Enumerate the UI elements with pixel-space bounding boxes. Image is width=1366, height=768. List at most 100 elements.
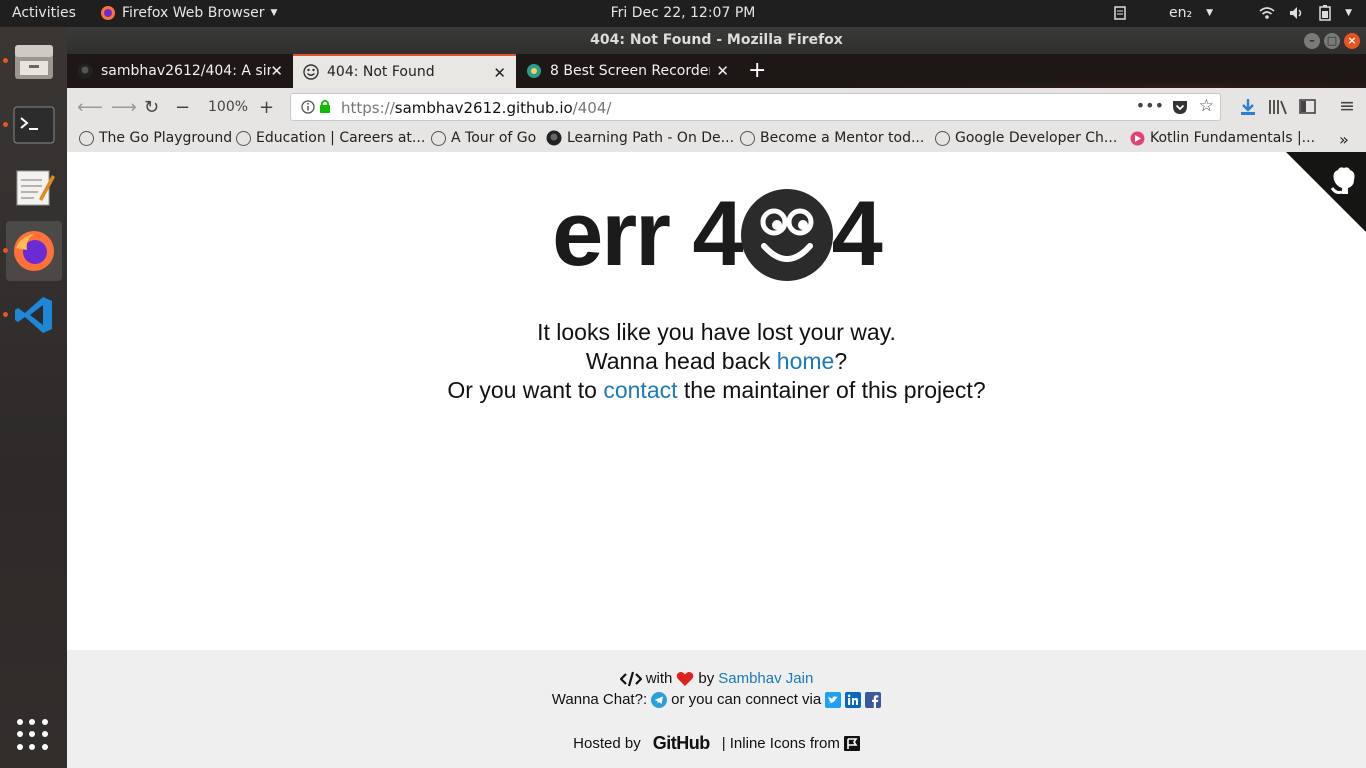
close-tab-icon[interactable]: ✕ xyxy=(493,64,506,82)
dock xyxy=(0,27,67,768)
firefox-icon xyxy=(14,231,54,271)
terminal-icon xyxy=(13,106,55,144)
footer-by: by xyxy=(698,670,715,687)
error-heading: err 4 4 xyxy=(67,182,1366,287)
close-tab-icon[interactable]: ✕ xyxy=(270,62,283,80)
sidebar-icon[interactable] xyxy=(1299,99,1316,114)
close-tab-icon[interactable]: ✕ xyxy=(716,62,729,80)
pocket-icon[interactable] xyxy=(1172,100,1188,115)
library-icon[interactable] xyxy=(1268,99,1288,115)
code-icon xyxy=(619,671,642,686)
info-icon[interactable] xyxy=(301,100,315,114)
bookmark-star-icon[interactable]: ☆ xyxy=(1199,96,1214,116)
footer-icons-from: | Inline Icons from xyxy=(721,735,840,752)
keyboard-language[interactable]: en₂ xyxy=(1169,5,1192,21)
heading-prefix: err 4 xyxy=(552,183,743,285)
contact-link[interactable]: contact xyxy=(603,377,677,403)
dock-firefox[interactable] xyxy=(3,221,62,281)
kotlin-icon xyxy=(1130,131,1145,145)
close-window-button[interactable]: × xyxy=(1344,33,1360,49)
app-menu[interactable]: Firefox Web Browser ▼ xyxy=(100,5,277,21)
zoom-in-button[interactable]: + xyxy=(259,97,274,118)
tab-404[interactable]: 404: Not Found ✕ xyxy=(293,54,516,88)
menu-hamburger-icon[interactable]: ≡ xyxy=(1339,95,1355,117)
home-link[interactable]: home xyxy=(777,348,835,374)
dock-vscode[interactable] xyxy=(3,285,62,345)
tab-screen-recorders[interactable]: 8 Best Screen Recorders ✕ xyxy=(516,54,739,88)
minimize-button[interactable]: – xyxy=(1304,33,1320,49)
page-footer: with by Sambhav Jain Wanna Chat?: or you… xyxy=(67,650,1366,768)
zoom-level[interactable]: 100% xyxy=(208,99,248,115)
bookmarks-toolbar: The Go Playground Education | Careers at… xyxy=(67,126,1366,152)
page-actions-icon[interactable]: ••• xyxy=(1136,96,1164,115)
message-line-3: Or you want to contact the maintainer of… xyxy=(447,377,986,403)
github-icon xyxy=(546,130,562,146)
dock-terminal[interactable] xyxy=(3,95,62,155)
zoom-out-button[interactable]: − xyxy=(175,97,190,118)
window-titlebar[interactable]: 404: Not Found - Mozilla Firefox – □ × xyxy=(67,27,1366,54)
url-scheme: https:// xyxy=(341,99,395,117)
tab-strip: sambhav2612/404: A simple ✕ 404: Not Fou… xyxy=(67,54,1366,88)
more-bookmarks-icon[interactable]: » xyxy=(1339,130,1349,149)
url-path: /404/ xyxy=(572,99,612,117)
author-link[interactable]: Sambhav Jain xyxy=(718,670,813,687)
globe-icon xyxy=(431,130,446,146)
bookmark-become-mentor[interactable]: Become a Mentor tod... xyxy=(740,130,924,146)
dock-text-editor[interactable] xyxy=(6,157,62,217)
web-page: err 4 4 It looks like you have lost your… xyxy=(67,152,1366,768)
github-logo[interactable]: GitHub xyxy=(653,733,711,754)
chevron-down-icon[interactable]: ▼ xyxy=(1345,8,1352,18)
extension-download-icon[interactable] xyxy=(1238,97,1258,117)
new-tab-button[interactable]: + xyxy=(748,58,766,83)
linkedin-icon[interactable] xyxy=(845,691,862,708)
bookmark-education[interactable]: Education | Careers at... xyxy=(236,130,425,146)
github-icon xyxy=(77,63,93,79)
firefox-window: 404: Not Found - Mozilla Firefox – □ × s… xyxy=(67,27,1366,768)
back-button[interactable]: ⟵ xyxy=(77,97,103,118)
bookmark-kotlin-fundamentals[interactable]: Kotlin Fundamentals |... xyxy=(1130,130,1315,146)
bookmark-google-developer[interactable]: Google Developer Ch... xyxy=(935,130,1117,146)
bookmark-tour-of-go[interactable]: A Tour of Go xyxy=(431,130,536,146)
firefox-small-icon xyxy=(101,6,115,20)
globe-icon xyxy=(935,130,950,146)
message-line-1: It looks like you have lost your way. xyxy=(537,319,896,345)
heart-icon xyxy=(677,671,694,686)
tab-github-repo[interactable]: sambhav2612/404: A simple ✕ xyxy=(67,54,293,88)
wifi-icon[interactable] xyxy=(1259,6,1275,20)
bookmark-learning-path[interactable]: Learning Path - On De... xyxy=(546,130,734,146)
system-top-bar: Activities Firefox Web Browser ▼ Fri Dec… xyxy=(0,0,1366,27)
forward-button[interactable]: ⟶ xyxy=(111,97,137,118)
clock[interactable]: Fri Dec 22, 12:07 PM xyxy=(611,5,756,21)
show-applications-icon[interactable] xyxy=(17,719,49,751)
running-indicator xyxy=(3,248,8,253)
chevron-down-icon: ▼ xyxy=(1206,8,1214,18)
lock-icon[interactable] xyxy=(319,99,331,114)
footer-hosted-by: Hosted by xyxy=(573,735,641,752)
facebook-icon[interactable] xyxy=(865,691,882,708)
reload-button[interactable]: ↻ xyxy=(144,97,159,118)
flag-badge-icon[interactable] xyxy=(843,735,860,752)
gear-favicon-icon xyxy=(527,64,541,78)
smiley-face-icon xyxy=(740,188,833,281)
activities-button[interactable]: Activities xyxy=(12,5,76,21)
url-host: sambhav2612.github.io xyxy=(394,99,573,117)
dock-files[interactable] xyxy=(3,31,62,91)
footer-connect-label: or you can connect via xyxy=(671,691,822,708)
url-bar[interactable]: https://sambhav2612.github.io/404/ ••• ☆ xyxy=(290,93,1221,121)
text-editor-icon xyxy=(16,170,55,206)
clipboard-indicator-icon[interactable] xyxy=(1113,6,1127,20)
message-line-2: Wanna head back home? xyxy=(585,348,848,374)
twitter-icon[interactable] xyxy=(825,691,842,708)
globe-icon xyxy=(236,130,251,146)
app-menu-label: Firefox Web Browser xyxy=(122,5,265,21)
battery-icon[interactable] xyxy=(1319,5,1331,21)
footer-chat-label: Wanna Chat?: xyxy=(551,691,648,708)
system-tray[interactable]: en₂ ▼ ▼ xyxy=(1113,5,1352,21)
maximize-button[interactable]: □ xyxy=(1324,33,1340,49)
bookmark-go-playground[interactable]: The Go Playground xyxy=(79,130,232,146)
navigation-toolbar: ⟵ ⟶ ↻ − 100% + https://sambhav2612.githu… xyxy=(67,88,1366,126)
volume-icon[interactable] xyxy=(1289,6,1305,20)
footer-with: with xyxy=(645,670,673,687)
globe-icon xyxy=(79,130,94,146)
telegram-icon[interactable] xyxy=(651,691,668,708)
